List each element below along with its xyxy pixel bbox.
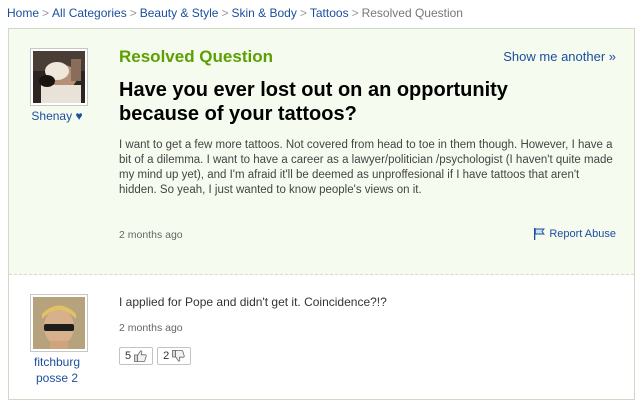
thumbs-up-icon: [134, 350, 147, 362]
answerer-name[interactable]: fitchburg posse 2: [19, 354, 95, 386]
breadcrumb-home[interactable]: Home: [7, 6, 39, 20]
resolved-question-label: Resolved Question: [119, 47, 273, 66]
breadcrumb-tattoos[interactable]: Tattoos: [310, 6, 349, 20]
asker-name[interactable]: Shenay ♥: [23, 109, 91, 123]
breadcrumb-separator: >: [129, 6, 137, 20]
show-another-link[interactable]: Show me another »: [503, 49, 616, 64]
breadcrumb: Home > All Categories > Beauty & Style > Skin …: [7, 6, 463, 20]
question-box: Shenay ♥ Resolved Question Show me anoth…: [9, 29, 634, 275]
breadcrumb-separator: >: [351, 6, 359, 20]
flag-icon: [534, 228, 546, 240]
breadcrumb-separator: >: [42, 6, 50, 20]
thumbs-up-count: 5: [125, 350, 132, 362]
question-panel: Shenay ♥ Resolved Question Show me anoth…: [8, 28, 635, 400]
answerer-name-line1: fitchburg: [33, 355, 81, 369]
thumbs-down-icon: [172, 350, 185, 362]
thumbs-down-button[interactable]: 2: [157, 347, 192, 365]
thumbs-down-count: 2: [163, 350, 170, 362]
report-abuse-label: Report Abuse: [549, 228, 616, 240]
breadcrumb-separator: >: [299, 6, 307, 20]
breadcrumb-beauty-style[interactable]: Beauty & Style: [140, 6, 219, 20]
question-body: I want to get a few more tattoos. Not co…: [119, 139, 613, 196]
answer-text: I applied for Pope and didn't get it. Co…: [119, 295, 387, 309]
answerer-name-line2: posse 2: [35, 371, 79, 385]
breadcrumb-skin-body[interactable]: Skin & Body: [231, 6, 296, 20]
asker-avatar[interactable]: [30, 48, 88, 106]
breadcrumb-current: Resolved Question: [361, 6, 463, 20]
breadcrumb-all-categories[interactable]: All Categories: [52, 6, 127, 20]
question-timestamp: 2 months ago: [119, 229, 183, 241]
answerer-avatar[interactable]: [30, 294, 88, 352]
question-title: Have you ever lost out on an opportunity…: [119, 79, 508, 125]
asker-photo-icon: [33, 51, 85, 103]
answerer-photo-icon: [33, 297, 85, 349]
breadcrumb-separator: >: [221, 6, 229, 20]
report-abuse-link[interactable]: Report Abuse: [533, 228, 616, 240]
vote-controls: 5 2: [119, 347, 192, 365]
thumbs-up-button[interactable]: 5: [119, 347, 154, 365]
answer-timestamp: 2 months ago: [119, 322, 183, 334]
